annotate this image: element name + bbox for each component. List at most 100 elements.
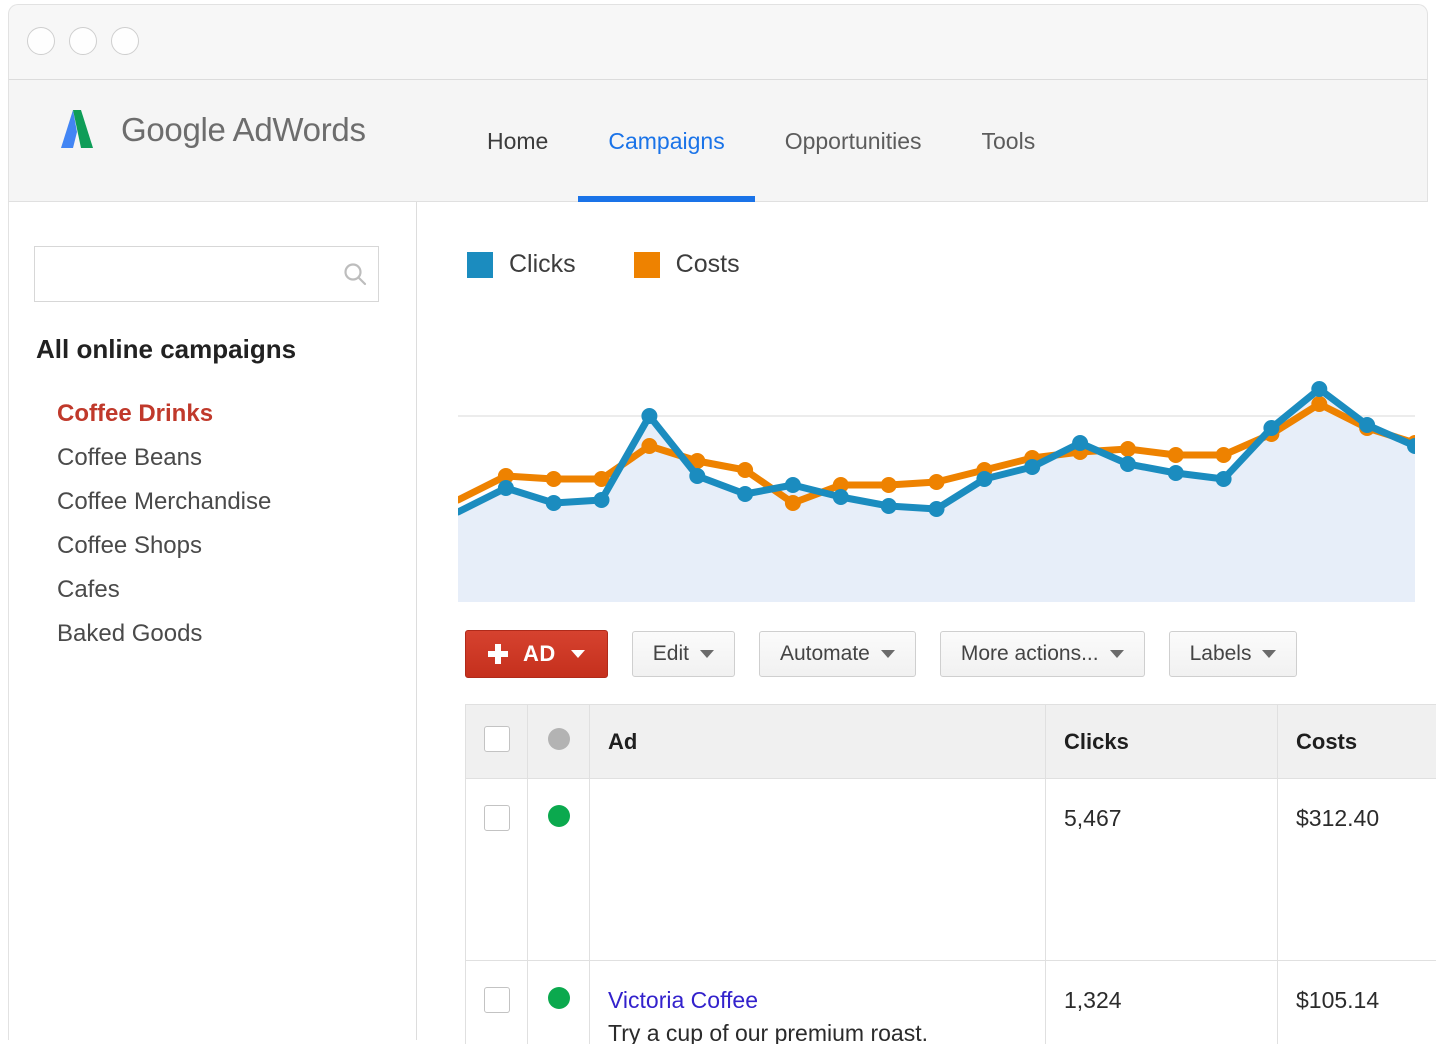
chart-point-clicks [1168,465,1184,481]
chart-point-costs [785,495,801,511]
row-status-cell [528,779,590,961]
chart-point-clicks [1024,459,1040,475]
chevron-down-icon [881,650,895,658]
sidebar-item-cafes[interactable]: Cafes [57,568,397,612]
window-titlebar [8,4,1428,80]
sidebar-item-coffee-drinks[interactable]: Coffee Drinks [57,392,397,436]
chart-point-clicks [594,492,610,508]
window-controls [27,27,139,55]
edit-button[interactable]: Edit [632,631,735,677]
chevron-down-icon [1110,650,1124,658]
app-window: Google AdWords Home Campaigns Opportunit… [0,0,1436,1044]
sidebar-item-baked-goods[interactable]: Baked Goods [57,612,397,656]
chart-point-clicks [641,408,657,424]
sidebar: All online campaigns Coffee Drinks Coffe… [9,202,417,1040]
chart-point-clicks [737,486,753,502]
column-header-clicks[interactable]: Clicks [1046,705,1278,779]
page-title: All online campaigns [36,334,296,365]
ad-title-link[interactable]: Victoria Coffee [608,987,1027,1014]
nav-item-home[interactable]: Home [457,80,578,202]
automate-label: Automate [780,642,870,666]
select-all-header [466,705,528,779]
row-select-cell [466,779,528,961]
chart-point-costs [1120,441,1136,457]
edit-label: Edit [653,642,689,666]
chart-point-clicks [1216,471,1232,487]
chart-point-clicks [976,471,992,487]
table-toolbar: AD Edit Automate More actions... Labels [465,630,1297,678]
search-icon[interactable] [332,247,378,301]
nav-item-campaigns[interactable]: Campaigns [578,80,754,202]
table-row: 5,467 $312.40 [466,779,1436,961]
chart-point-clicks [546,495,562,511]
legend-label-clicks: Clicks [509,250,576,279]
chart-point-costs [881,477,897,493]
sidebar-item-coffee-shops[interactable]: Coffee Shops [57,524,397,568]
sidebar-item-coffee-beans[interactable]: Coffee Beans [57,436,397,480]
body: All online campaigns Coffee Drinks Coffe… [8,202,1428,1040]
legend-item-costs[interactable]: Costs [634,250,740,279]
add-ad-button[interactable]: AD [465,630,608,678]
row-costs-cell: $312.40 [1278,779,1436,961]
table-header-row: Ad Clicks Costs [466,705,1436,779]
more-actions-label: More actions... [961,642,1099,666]
chart-point-clicks [929,501,945,517]
legend-swatch-costs [634,252,660,278]
brand-title: Google AdWords [121,111,366,149]
performance-chart[interactable] [458,302,1415,602]
column-header-ad[interactable]: Ad [590,705,1046,779]
column-header-costs[interactable]: Costs [1278,705,1436,779]
chart-point-costs [1168,447,1184,463]
legend-swatch-clicks [467,252,493,278]
search-input[interactable] [35,247,332,301]
chart-point-clicks [785,477,801,493]
chart-point-clicks [881,498,897,514]
adwords-logo-icon [51,104,103,156]
chart-point-costs [641,438,657,454]
row-costs-cell: $105.14 [1278,961,1436,1044]
row-select-cell [466,961,528,1044]
row-status-cell [528,961,590,1044]
minimize-button[interactable] [69,27,97,55]
chart-point-clicks [1120,456,1136,472]
nav-item-tools[interactable]: Tools [952,80,1066,202]
legend-item-clicks[interactable]: Clicks [467,250,576,279]
chart-point-clicks [833,489,849,505]
select-all-checkbox[interactable] [484,726,510,752]
search-box[interactable] [34,246,379,302]
row-ad-cell [590,779,1046,961]
row-checkbox[interactable] [484,805,510,831]
automate-button[interactable]: Automate [759,631,916,677]
nav-item-opportunities[interactable]: Opportunities [755,80,952,202]
close-button[interactable] [27,27,55,55]
chart-point-costs [1311,396,1327,412]
campaign-list: Coffee Drinks Coffee Beans Coffee Mercha… [57,392,397,656]
more-actions-button[interactable]: More actions... [940,631,1145,677]
legend-label-costs: Costs [676,250,740,279]
brand[interactable]: Google AdWords [51,104,366,156]
chart-legend: Clicks Costs [467,250,740,279]
main-nav: Home Campaigns Opportunities Tools [457,80,1065,202]
chart-point-costs [737,462,753,478]
row-clicks-cell: 1,324 [1046,961,1278,1044]
chart-point-clicks [1263,420,1279,436]
sidebar-item-coffee-merchandise[interactable]: Coffee Merchandise [57,480,397,524]
status-enabled-icon [548,987,570,1009]
add-ad-label: AD [523,641,556,667]
row-ad-cell: Victoria Coffee Try a cup of our premium… [590,961,1046,1044]
main-content: Clicks Costs AD Edit [417,202,1428,1040]
row-clicks-cell: 5,467 [1046,779,1278,961]
chart-point-costs [1216,447,1232,463]
status-enabled-icon [548,805,570,827]
app-header: Google AdWords Home Campaigns Opportunit… [8,80,1428,202]
ad-description: Try a cup of our premium roast. [608,1020,1027,1044]
plus-icon [488,644,508,664]
labels-button[interactable]: Labels [1169,631,1298,677]
maximize-button[interactable] [111,27,139,55]
chevron-down-icon [571,650,585,658]
chart-point-clicks [1072,435,1088,451]
ads-table: Ad Clicks Costs [465,704,1436,1044]
chart-point-clicks [1359,417,1375,433]
row-checkbox[interactable] [484,987,510,1013]
chart-point-clicks [498,480,514,496]
